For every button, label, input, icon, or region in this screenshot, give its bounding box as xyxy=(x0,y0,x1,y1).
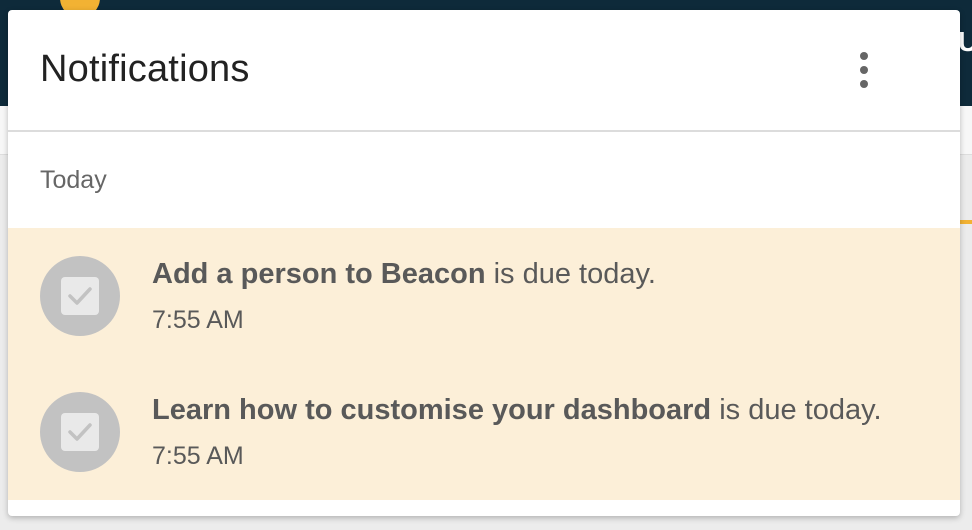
header-edge-text: UT xyxy=(958,26,972,57)
notification-item[interactable]: Learn how to customise your dashboard is… xyxy=(8,364,960,500)
notification-item[interactable]: Add a person to Beacon is due today. 7:5… xyxy=(8,228,960,364)
notification-time: 7:55 AM xyxy=(152,306,244,334)
notifications-panel: Notifications Today Add a person to Beac… xyxy=(8,10,960,516)
notification-text: Add a person to Beacon is due today. xyxy=(152,258,656,291)
section-label-today: Today xyxy=(40,166,107,194)
more-options-button[interactable] xyxy=(844,46,884,94)
task-icon xyxy=(40,256,120,336)
checkbox-checked-icon xyxy=(61,277,99,315)
panel-title: Notifications xyxy=(40,48,250,90)
notification-suffix: is due today. xyxy=(485,258,656,290)
notification-time: 7:55 AM xyxy=(152,442,244,470)
checkbox-checked-icon xyxy=(61,413,99,451)
notification-list: Add a person to Beacon is due today. 7:5… xyxy=(8,228,960,500)
panel-header: Notifications xyxy=(8,10,960,132)
notification-suffix: is due today. xyxy=(711,394,882,426)
notification-text: Learn how to customise your dashboard is… xyxy=(152,394,882,427)
app-accent-bar xyxy=(958,220,972,224)
notification-title: Learn how to customise your dashboard xyxy=(152,394,712,426)
notification-title: Add a person to Beacon xyxy=(152,258,486,290)
task-icon xyxy=(40,392,120,472)
more-vertical-icon xyxy=(860,52,868,88)
